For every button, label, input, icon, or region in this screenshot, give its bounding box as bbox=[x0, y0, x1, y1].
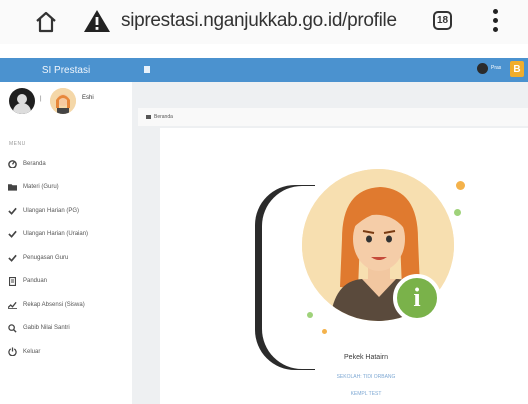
sidebar-item-penugasan[interactable]: Penugasan Guru bbox=[0, 246, 132, 270]
app-brand[interactable]: SI Prestasi bbox=[0, 58, 132, 82]
breadcrumb-label[interactable]: Beranda bbox=[154, 114, 173, 120]
home-icon[interactable] bbox=[34, 10, 58, 34]
power-icon bbox=[6, 346, 18, 358]
sidebar-item-rekap-absensi[interactable]: Rekap Absensi (Siswa) bbox=[0, 293, 132, 317]
chart-icon bbox=[6, 299, 18, 311]
sidebar-item-label: Gabib Nilai Santri bbox=[23, 325, 70, 332]
topbar-user-name[interactable]: Pras bbox=[491, 65, 501, 71]
address-bar[interactable]: siprestasi.nganjukkab.go.id/profile bbox=[121, 10, 397, 32]
menu-header: MENU bbox=[9, 141, 26, 147]
sidebar-item-label: Rekap Absensi (Siswa) bbox=[23, 301, 85, 308]
sidebar-item-keluar[interactable]: Keluar bbox=[0, 340, 132, 364]
check-icon bbox=[6, 252, 18, 264]
topbar-avatar[interactable] bbox=[477, 63, 488, 74]
browser-toolbar: siprestasi.nganjukkab.go.id/profile 18 bbox=[0, 0, 528, 44]
sidebar-item-label: Beranda bbox=[23, 160, 46, 167]
sidebar-item-ulangan-pg[interactable]: Ulangan Harian (PG) bbox=[0, 199, 132, 223]
folder-icon bbox=[6, 181, 18, 193]
sidebar-item-label: Keluar bbox=[23, 348, 41, 355]
topbar-badge[interactable]: B bbox=[510, 61, 524, 77]
sidebar-item-panduan[interactable]: Panduan bbox=[0, 270, 132, 294]
sidebar-user-name[interactable]: Eshi bbox=[82, 95, 94, 101]
sidebar-item-materi[interactable]: Materi (Guru) bbox=[0, 176, 132, 200]
sidebar-item-nilai-santri[interactable]: Gabib Nilai Santri bbox=[0, 317, 132, 341]
profile-school[interactable]: SEKOLAH: TIDI ORBANG bbox=[322, 374, 410, 380]
sidebar-item-label: Penugasan Guru bbox=[23, 254, 69, 261]
more-menu-icon[interactable] bbox=[492, 9, 498, 32]
sidebar-user-avatar bbox=[50, 88, 76, 114]
menu-toggle-icon[interactable] bbox=[144, 66, 150, 73]
profile-name: Pekek Hatairn bbox=[344, 354, 388, 361]
decor-dot bbox=[454, 209, 461, 216]
sidebar-item-label: Panduan bbox=[23, 278, 48, 285]
sidebar-menu: Beranda Materi (Guru) Ulangan Harian (PG… bbox=[0, 152, 132, 364]
sidebar-avatar bbox=[9, 88, 35, 114]
info-icon[interactable]: i bbox=[393, 274, 441, 322]
check-icon bbox=[6, 205, 18, 217]
breadcrumb bbox=[138, 108, 528, 126]
decor-dot bbox=[307, 312, 313, 318]
dashboard-icon bbox=[6, 158, 18, 170]
sidebar-item-label: Materi (Guru) bbox=[23, 184, 59, 191]
document-icon bbox=[6, 275, 18, 287]
sidebar-item-label: Ulangan Harian (PG) bbox=[23, 207, 80, 214]
search-icon bbox=[6, 322, 18, 334]
sidebar-separator: | bbox=[40, 96, 42, 102]
home-breadcrumb-icon[interactable] bbox=[146, 115, 151, 119]
profile-detail[interactable]: KEMPL TEST bbox=[322, 391, 410, 397]
decor-dot bbox=[322, 329, 327, 334]
warning-icon[interactable] bbox=[83, 9, 111, 33]
sidebar-item-ulangan-uraian[interactable]: Ulangan Harian (Uraian) bbox=[0, 223, 132, 247]
tab-switcher-button[interactable]: 18 bbox=[433, 11, 452, 30]
sidebar-item-beranda[interactable]: Beranda bbox=[0, 152, 132, 176]
decor-dot bbox=[456, 181, 465, 190]
check-icon bbox=[6, 228, 18, 240]
sidebar-item-label: Ulangan Harian (Uraian) bbox=[23, 231, 89, 238]
